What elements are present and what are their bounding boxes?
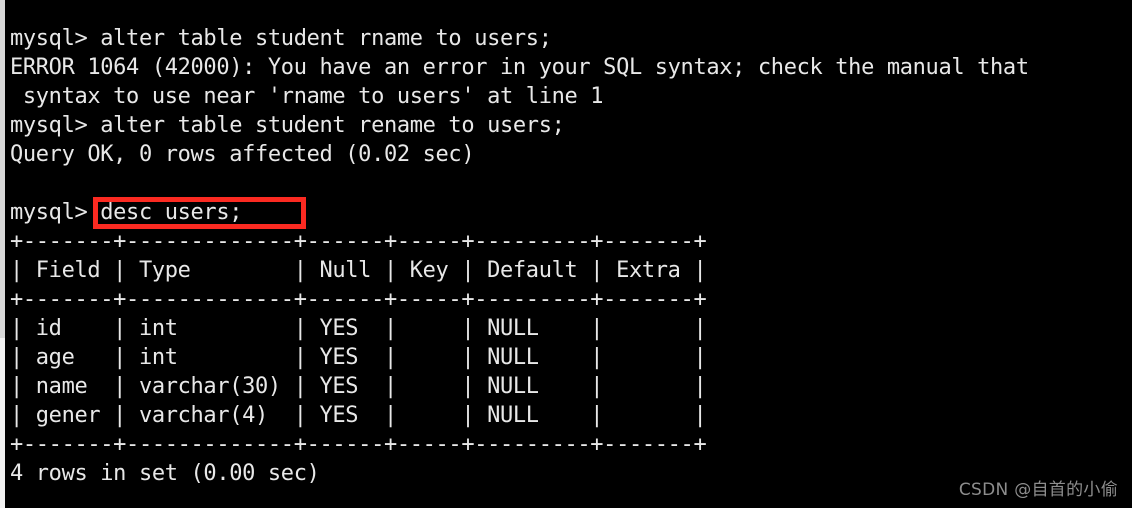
terminal-console[interactable]: mysql> alter table student rname to user… [5, 0, 1132, 508]
table-row: | age | int | YES | | NULL | | [10, 345, 707, 370]
table-border-bottom: +-------+-------------+------+-----+----… [10, 432, 707, 457]
table-row: | id | int | YES | | NULL | | [10, 316, 707, 341]
table-border-header: +-------+-------------+------+-----+----… [10, 287, 707, 312]
terminal-line-command-desc-users: mysql> desc users; [10, 200, 243, 225]
window-left-gutter-lower [0, 338, 5, 508]
table-header-row: | Field | Type | Null | Key | Default | … [10, 258, 707, 283]
table-row: | gener | varchar(4) | YES | | NULL | | [10, 403, 707, 428]
terminal-line-command-rename: mysql> alter table student rename to use… [10, 113, 565, 138]
terminal-line-error-continuation: syntax to use near 'rname to users' at l… [10, 84, 604, 109]
terminal-line-query-ok: Query OK, 0 rows affected (0.02 sec) [10, 142, 475, 167]
table-row: | name | varchar(30) | YES | | NULL | | [10, 374, 707, 399]
terminal-line-error-1064: ERROR 1064 (42000): You have an error in… [10, 55, 1029, 80]
terminal-line-command-rname: mysql> alter table student rname to user… [10, 26, 552, 51]
csdn-watermark: CSDN @自首的小偷 [958, 480, 1118, 500]
table-border-top: +-------+-------------+------+-----+----… [10, 229, 707, 254]
